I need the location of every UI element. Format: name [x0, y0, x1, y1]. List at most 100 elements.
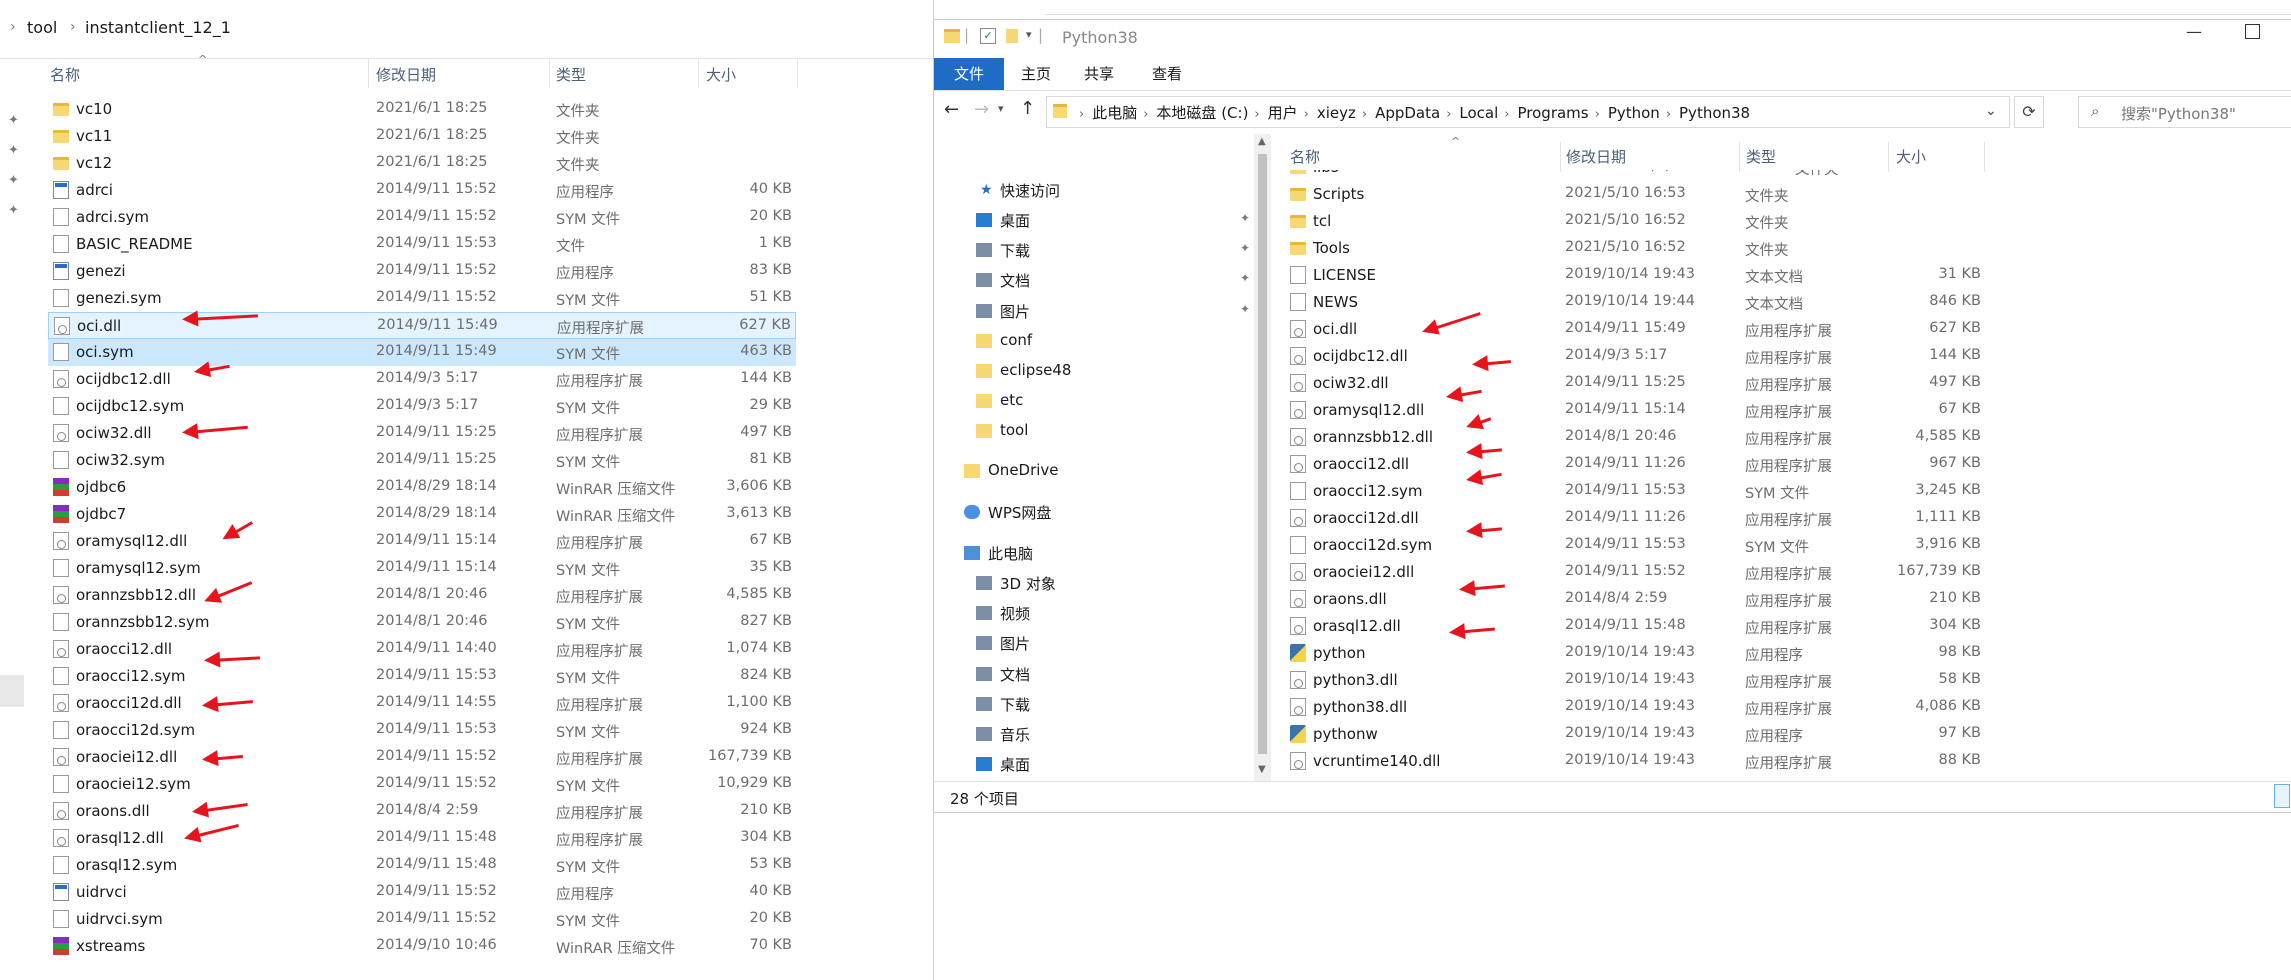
- ribbon-tab-share[interactable]: 共享: [1084, 58, 1114, 90]
- table-row[interactable]: ocijdbc12.sym 2014/9/3 5:17 SYM 文件 29 KB: [48, 393, 796, 420]
- table-row[interactable]: adrci 2014/9/11 15:52 应用程序 40 KB: [48, 177, 796, 204]
- nav-this-pc[interactable]: 此电脑: [988, 543, 1033, 564]
- table-row[interactable]: oci.sym 2014/9/11 15:49 SYM 文件 463 KB: [48, 339, 796, 366]
- nav-item[interactable]: 3D 对象: [1000, 573, 1056, 594]
- breadcrumb-item[interactable]: Python: [1608, 104, 1660, 122]
- table-row[interactable]: ojdbc6 2014/8/29 18:14 WinRAR 压缩文件 3,606 KB: [48, 474, 796, 501]
- scrollbar-thumb[interactable]: [1258, 154, 1267, 754]
- breadcrumb-item[interactable]: instantclient_12_1: [85, 18, 231, 37]
- search-input[interactable]: 搜索"Python38": [2121, 103, 2236, 124]
- address-bar[interactable]: › 此电脑 › 本地磁盘 (C:) › 用户 › xieyz › AppData › Local › Pr…: [1046, 96, 2010, 128]
- pin-icon[interactable]: ✦: [1240, 211, 1250, 225]
- scroll-up-icon[interactable]: ▲: [1258, 136, 1266, 147]
- table-row[interactable]: oraons.dll 2014/8/4 2:59 应用程序扩展 210 KB: [48, 798, 796, 825]
- table-row[interactable]: oraocci12d.sym 2014/9/11 15:53 SYM 文件 3,916…: [1285, 532, 1985, 559]
- left-address-bar[interactable]: › tool › instantclient_12_1: [0, 0, 933, 59]
- new-folder-icon[interactable]: [1006, 29, 1018, 43]
- table-row[interactable]: orannzsbb12.dll 2014/8/1 20:46 应用程序扩展 4,585…: [48, 582, 796, 609]
- column-name[interactable]: 名称: [50, 64, 80, 85]
- nav-item[interactable]: 图片: [1000, 301, 1030, 322]
- column-name[interactable]: 名称: [1290, 146, 1320, 167]
- table-row[interactable]: oraocci12d.sym 2014/9/11 15:53 SYM 文件 924 K…: [48, 717, 796, 744]
- nav-item[interactable]: 文档: [1000, 664, 1030, 685]
- table-row[interactable]: vc12 2021/6/1 18:25 文件夹: [48, 150, 796, 177]
- nav-item[interactable]: 图片: [1000, 633, 1030, 654]
- maximize-button[interactable]: [2245, 24, 2260, 39]
- table-row[interactable]: orasql12.dll 2014/9/11 15:48 应用程序扩展 304 KB: [1285, 613, 1985, 640]
- nav-onedrive[interactable]: OneDrive: [988, 461, 1059, 479]
- table-row[interactable]: oraocci12.sym 2014/9/11 15:53 SYM 文件 3,245 …: [1285, 478, 1985, 505]
- table-row[interactable]: Tools 2021/5/10 16:52 文件夹: [1285, 235, 1985, 262]
- column-size[interactable]: 大小: [1896, 146, 1926, 167]
- table-row[interactable]: oraociei12.dll 2014/9/11 15:52 应用程序扩展 167,7…: [1285, 559, 1985, 586]
- table-row[interactable]: vc10 2021/6/1 18:25 文件夹: [48, 96, 796, 123]
- table-row[interactable]: oci.dll 2014/9/11 15:49 应用程序扩展 627 KB: [1285, 316, 1985, 343]
- refresh-button[interactable]: ⟳: [2014, 96, 2044, 128]
- column-type[interactable]: 类型: [1746, 146, 1776, 167]
- breadcrumb-item[interactable]: 用户: [1268, 104, 1298, 122]
- table-row[interactable]: tcl 2021/5/10 16:52 文件夹: [1285, 208, 1985, 235]
- up-arrow-icon[interactable]: ↑: [1020, 98, 1035, 119]
- table-row[interactable]: python3.dll 2019/10/14 19:43 应用程序扩展 58 KB: [1285, 667, 1985, 694]
- nav-wps[interactable]: WPS网盘: [988, 502, 1051, 523]
- table-row[interactable]: ocijdbc12.dll 2014/9/3 5:17 应用程序扩展 144 KB: [48, 366, 796, 393]
- recent-locations-dropdown-icon[interactable]: ▾: [998, 102, 1004, 115]
- ribbon-tab-home[interactable]: 主页: [1021, 58, 1051, 90]
- pin-icon[interactable]: ✦: [1240, 241, 1250, 255]
- table-row[interactable]: oraociei12.dll 2014/9/11 15:52 应用程序扩展 167,7…: [48, 744, 796, 771]
- column-date[interactable]: 修改日期: [1566, 146, 1626, 167]
- nav-item[interactable]: 视频: [1000, 603, 1030, 624]
- table-row[interactable]: libs 2021/5/10 16:52 文件夹: [1285, 170, 1985, 181]
- nav-item[interactable]: conf: [1000, 331, 1032, 349]
- nav-item[interactable]: 下载: [1000, 240, 1030, 261]
- pin-icon[interactable]: ✦: [8, 143, 19, 158]
- table-row[interactable]: ojdbc7 2014/8/29 18:14 WinRAR 压缩文件 3,613 KB: [48, 501, 796, 528]
- quick-access-toolbar-dropdown-icon[interactable]: ▾: [1026, 28, 1032, 41]
- table-row[interactable]: orasql12.sym 2014/9/11 15:48 SYM 文件 53 KB: [48, 852, 796, 879]
- pin-icon[interactable]: ✦: [8, 203, 19, 218]
- table-row[interactable]: oraocci12.sym 2014/9/11 15:53 SYM 文件 824 KB: [48, 663, 796, 690]
- breadcrumb-item[interactable]: xieyz: [1317, 104, 1356, 122]
- breadcrumb-item[interactable]: Programs: [1518, 104, 1589, 122]
- breadcrumb-item[interactable]: tool: [27, 18, 57, 37]
- column-size[interactable]: 大小: [706, 64, 736, 85]
- table-row[interactable]: oraocci12.dll 2014/9/11 11:26 应用程序扩展 967 KB: [1285, 451, 1985, 478]
- table-row[interactable]: orannzsbb12.dll 2014/8/1 20:46 应用程序扩展 4,585…: [1285, 424, 1985, 451]
- table-row[interactable]: oraociei12.sym 2014/9/11 15:52 SYM 文件 10,92…: [48, 771, 796, 798]
- table-row[interactable]: ociw32.dll 2014/9/11 15:25 应用程序扩展 497 KB: [48, 420, 796, 447]
- table-row[interactable]: oci.dll 2014/9/11 15:49 应用程序扩展 627 KB: [48, 312, 796, 339]
- ribbon-tab-view[interactable]: 查看: [1152, 58, 1182, 90]
- pin-icon[interactable]: ✦: [8, 173, 19, 188]
- table-row[interactable]: orannzsbb12.sym 2014/8/1 20:46 SYM 文件 827 K…: [48, 609, 796, 636]
- nav-item[interactable]: etc: [1000, 391, 1023, 409]
- table-row[interactable]: LICENSE 2019/10/14 19:43 文本文档 31 KB: [1285, 262, 1985, 289]
- pin-icon[interactable]: ✦: [8, 113, 19, 128]
- details-view-icon[interactable]: [2274, 784, 2290, 808]
- table-row[interactable]: uidrvci.sym 2014/9/11 15:52 SYM 文件 20 KB: [48, 906, 796, 933]
- breadcrumb-item[interactable]: Python38: [1679, 104, 1750, 122]
- address-dropdown-icon[interactable]: ⌄: [1985, 103, 1997, 119]
- nav-item[interactable]: eclipse48: [1000, 361, 1071, 379]
- table-row[interactable]: oraons.dll 2014/8/4 2:59 应用程序扩展 210 KB: [1285, 586, 1985, 613]
- breadcrumb-item[interactable]: 此电脑: [1092, 104, 1137, 122]
- ribbon-tab-file[interactable]: 文件: [934, 58, 1004, 90]
- table-row[interactable]: python 2019/10/14 19:43 应用程序 98 KB: [1285, 640, 1985, 667]
- breadcrumb-item[interactable]: 本地磁盘 (C:): [1156, 104, 1248, 122]
- table-row[interactable]: oraocci12.dll 2014/9/11 14:40 应用程序扩展 1,074 …: [48, 636, 796, 663]
- nav-item[interactable]: 下载: [1000, 694, 1030, 715]
- column-date[interactable]: 修改日期: [376, 64, 436, 85]
- table-row[interactable]: oraocci12d.dll 2014/9/11 11:26 应用程序扩展 1,111…: [1285, 505, 1985, 532]
- table-row[interactable]: uidrvci 2014/9/11 15:52 应用程序 40 KB: [48, 879, 796, 906]
- nav-quick-access[interactable]: 快速访问: [1000, 180, 1060, 201]
- nav-item[interactable]: tool: [1000, 421, 1028, 439]
- pin-icon[interactable]: ✦: [1240, 302, 1250, 316]
- nav-item[interactable]: 音乐: [1000, 724, 1030, 745]
- nav-item[interactable]: 桌面: [1000, 210, 1030, 231]
- table-row[interactable]: Scripts 2021/5/10 16:53 文件夹: [1285, 181, 1985, 208]
- table-row[interactable]: adrci.sym 2014/9/11 15:52 SYM 文件 20 KB: [48, 204, 796, 231]
- breadcrumb-item[interactable]: AppData: [1375, 104, 1440, 122]
- scroll-down-icon[interactable]: ▼: [1258, 764, 1266, 775]
- table-row[interactable]: oramysql12.dll 2014/9/11 15:14 应用程序扩展 67 KB: [48, 528, 796, 555]
- table-row[interactable]: NEWS 2019/10/14 19:44 文本文档 846 KB: [1285, 289, 1985, 316]
- table-row[interactable]: ocijdbc12.dll 2014/9/3 5:17 应用程序扩展 144 KB: [1285, 343, 1985, 370]
